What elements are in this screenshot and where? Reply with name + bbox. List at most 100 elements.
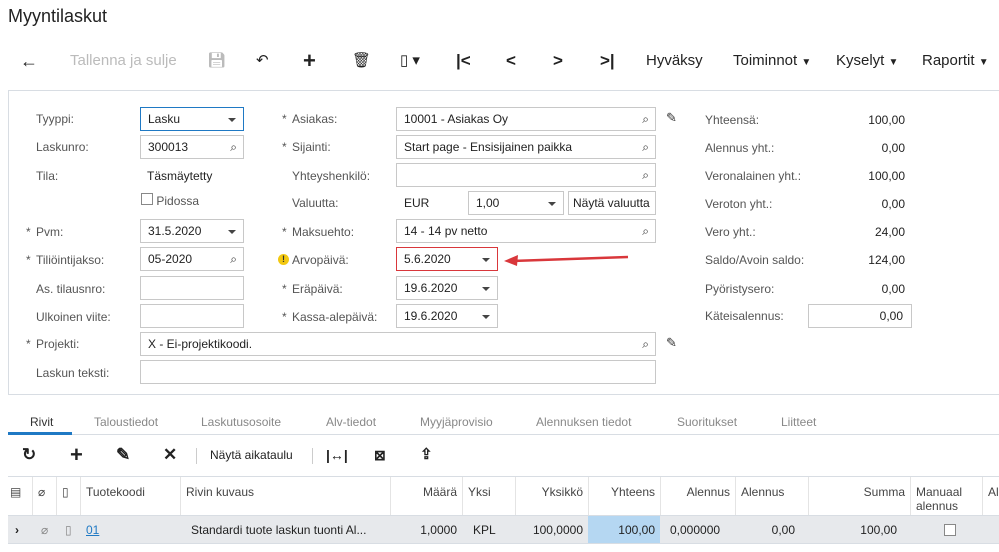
rate-value: 1,00	[476, 196, 500, 210]
undo-icon[interactable]: ↶	[256, 48, 269, 74]
cashdisc-date-input[interactable]: 19.6.2020	[396, 304, 498, 328]
column-settings-icon[interactable]: ▤	[8, 477, 32, 515]
add-icon[interactable]: +	[303, 48, 316, 74]
period-input[interactable]: 05-2020 ⌕	[140, 247, 244, 271]
tab-attachments[interactable]: Liitteet	[781, 415, 816, 429]
checkbox-box[interactable]	[141, 193, 153, 205]
duedate-input[interactable]: 19.6.2020	[396, 276, 498, 300]
date-value: 31.5.2020	[148, 224, 202, 238]
active-tab-indicator	[8, 432, 72, 435]
row-unit-price[interactable]: 100,0000	[515, 516, 588, 543]
col-header-discount-amt[interactable]: Alennus	[735, 477, 808, 515]
contact-input[interactable]: ⌕	[396, 163, 656, 187]
attachment-icon[interactable]: ⌀	[36, 516, 53, 543]
col-header-qty[interactable]: Määrä	[390, 477, 462, 515]
grid-header: ▤ ⌀ ▯ Tuotekoodi Rivin kuvaus Määrä Yksi…	[8, 476, 999, 516]
extref-input[interactable]	[140, 304, 244, 328]
location-input[interactable]: Start page - Ensisijainen paikka ⌕	[396, 135, 656, 159]
delete-row-icon[interactable]: ✕	[163, 444, 177, 466]
tab-tax[interactable]: Alv-tiedot	[326, 415, 376, 429]
search-icon[interactable]: ⌕	[230, 248, 237, 270]
customer-input[interactable]: 10001 - Asiakas Oy ⌕	[396, 107, 656, 131]
reports-menu[interactable]: Raportit ▼	[922, 48, 989, 74]
date-input[interactable]: 31.5.2020	[140, 219, 244, 243]
tab-billing-address[interactable]: Laskutusosoite	[201, 415, 281, 429]
search-icon[interactable]: ⌕	[642, 164, 649, 186]
row-uom[interactable]: KPL	[468, 516, 501, 543]
add-row-icon[interactable]: +	[70, 444, 83, 466]
col-header-code[interactable]: Tuotekoodi	[80, 477, 180, 515]
upload-icon[interactable]: ⇪	[420, 444, 433, 466]
terms-input[interactable]: 14 - 14 pv netto ⌕	[396, 219, 656, 243]
search-icon[interactable]: ⌕	[230, 136, 237, 158]
row-qty[interactable]: 1,0000	[390, 516, 462, 543]
note-icon[interactable]: ▯	[60, 516, 77, 543]
save-icon[interactable]: 💾︎	[207, 48, 226, 74]
inquiries-menu[interactable]: Kyselyt ▼	[836, 48, 898, 74]
search-icon[interactable]: ⌕	[642, 108, 649, 130]
type-label: Tyyppi:	[36, 112, 75, 126]
caret-down-icon: ▼	[978, 57, 989, 68]
product-code-link[interactable]: 01	[81, 516, 104, 543]
delete-icon[interactable]: 🗑︎	[352, 48, 371, 74]
fit-columns-icon[interactable]: |↔|	[326, 444, 348, 466]
dropdown-icon	[482, 315, 490, 319]
copy-paste-icon[interactable]: ▯ ▾	[400, 48, 420, 74]
discount-total-value: 0,00	[881, 141, 905, 155]
row-expand-icon[interactable]: ›	[10, 516, 24, 543]
col-header-amount[interactable]: Summa	[808, 477, 910, 515]
back-button[interactable]: ←	[20, 48, 38, 74]
row-ext-price[interactable]: 100,00	[588, 516, 660, 543]
edit-icon[interactable]: ✎	[116, 444, 130, 466]
valuedate-input[interactable]: 5.6.2020	[396, 247, 498, 271]
valuedate-value: 5.6.2020	[404, 252, 451, 266]
edit-pencil-icon[interactable]: ✎	[666, 335, 677, 351]
tab-payments[interactable]: Suoritukset	[677, 415, 737, 429]
cash-discount-label: Käteisalennus:	[705, 309, 784, 323]
table-row[interactable]: › ⌀ ▯ 01 Standardi tuote laskun tuonti A…	[8, 516, 999, 544]
cash-discount-input[interactable]: 0,00	[808, 304, 912, 328]
type-select[interactable]: Lasku	[140, 107, 244, 131]
search-icon[interactable]: ⌕	[642, 136, 649, 158]
first-record-icon[interactable]: |<	[456, 48, 471, 74]
row-discount-amt[interactable]: 0,00	[735, 516, 800, 543]
col-header-desc[interactable]: Rivin kuvaus	[180, 477, 390, 515]
last-record-icon[interactable]: >|	[600, 48, 615, 74]
actions-menu[interactable]: Toiminnot ▼	[733, 48, 811, 74]
col-header-more[interactable]: Al	[982, 477, 999, 515]
col-header-ext-price[interactable]: Yhteens	[588, 477, 660, 515]
duedate-value: 19.6.2020	[404, 281, 458, 295]
row-discount-pct[interactable]: 0,000000	[665, 516, 725, 543]
hold-checkbox[interactable]: Pidossa	[141, 193, 199, 208]
col-header-discount-pct[interactable]: Alennus	[660, 477, 735, 515]
tab-commission[interactable]: Myyjäprovisio	[420, 415, 493, 429]
dropdown-icon	[228, 230, 236, 234]
invno-input[interactable]: 300013 ⌕	[140, 135, 244, 159]
show-currency-button[interactable]: Näytä valuutta	[568, 191, 656, 215]
project-input[interactable]: X - Ei-projektikoodi. ⌕	[140, 332, 656, 356]
next-record-icon[interactable]: >	[553, 48, 563, 74]
search-icon[interactable]: ⌕	[642, 333, 649, 355]
tab-discounts[interactable]: Alennuksen tiedot	[536, 415, 631, 429]
row-desc[interactable]: Standardi tuote laskun tuonti Al...	[186, 516, 371, 543]
show-schedule-button[interactable]: Näytä aikataulu	[210, 444, 293, 466]
tab-financial[interactable]: Taloustiedot	[94, 415, 158, 429]
rate-select[interactable]: 1,00	[468, 191, 564, 215]
search-icon[interactable]: ⌕	[642, 220, 649, 242]
row-amount[interactable]: 100,00	[808, 516, 902, 543]
edit-pencil-icon[interactable]: ✎	[666, 110, 677, 126]
save-close-button[interactable]: Tallenna ja sulje	[70, 48, 177, 74]
export-excel-icon[interactable]: ⊠	[374, 444, 386, 466]
tab-bar: Rivit Taloustiedot Laskutusosoite Alv-ti…	[8, 405, 999, 435]
desc-input[interactable]	[140, 360, 656, 384]
approve-button[interactable]: Hyväksy	[646, 48, 703, 74]
manual-discount-checkbox[interactable]	[939, 516, 961, 543]
col-header-unit-price[interactable]: Yksikkö	[515, 477, 588, 515]
col-header-manual-discount[interactable]: Manuaal alennus	[910, 477, 982, 515]
col-header-uom[interactable]: Yksi	[462, 477, 515, 515]
refresh-icon[interactable]: ↻	[22, 444, 36, 466]
custorder-input[interactable]	[140, 276, 244, 300]
previous-record-icon[interactable]: <	[506, 48, 516, 74]
actions-label: Toiminnot	[733, 52, 798, 69]
tab-lines[interactable]: Rivit	[30, 415, 53, 429]
